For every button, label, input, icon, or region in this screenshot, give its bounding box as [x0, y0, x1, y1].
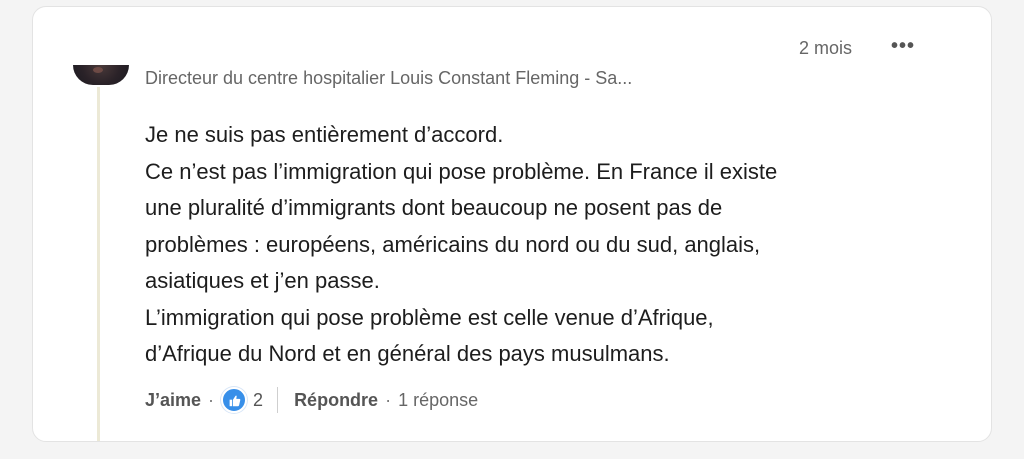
author-headline[interactable]: Directeur du centre hospitalier Louis Co… — [145, 68, 632, 89]
more-options-icon[interactable]: ••• — [891, 35, 915, 58]
separator-dot: · — [208, 389, 215, 410]
reply-button[interactable]: Répondre — [294, 390, 378, 411]
comment-text: Je ne suis pas entièrement d’accord. Ce … — [145, 117, 905, 373]
reply-count-link[interactable]: 1 réponse — [398, 390, 478, 411]
comment-line: problèmes : européens, américains du nor… — [145, 231, 761, 257]
comment-line: L’immigration qui pose problème est cell… — [145, 304, 714, 330]
comment-line: d’Afrique du Nord et en général des pays… — [145, 341, 670, 366]
comment-line: Je ne suis pas entièrement d’accord. — [145, 122, 504, 147]
like-button[interactable]: J’aime — [145, 390, 201, 411]
thread-line — [97, 87, 100, 441]
thumbs-up-glyph — [229, 395, 240, 406]
avatar[interactable] — [73, 65, 129, 85]
separator-dot: · — [385, 389, 392, 410]
divider — [277, 387, 279, 413]
comment-line: asiatiques et j’en passe. — [145, 268, 380, 293]
thumbs-up-icon[interactable] — [221, 387, 248, 413]
comment-line: Ce n’est pas l’immigration qui pose prob… — [145, 158, 778, 184]
comment-timestamp: 2 mois — [799, 38, 853, 58]
comment-line: une pluralité d’immigrants dont beaucoup… — [145, 195, 723, 220]
comment-card: 2 mois ••• Directeur du centre hospitali… — [32, 6, 992, 442]
comment-actions: J’aime · 2 Répondre · 1 réponse — [145, 387, 478, 413]
reaction-count[interactable]: 2 — [253, 390, 263, 411]
